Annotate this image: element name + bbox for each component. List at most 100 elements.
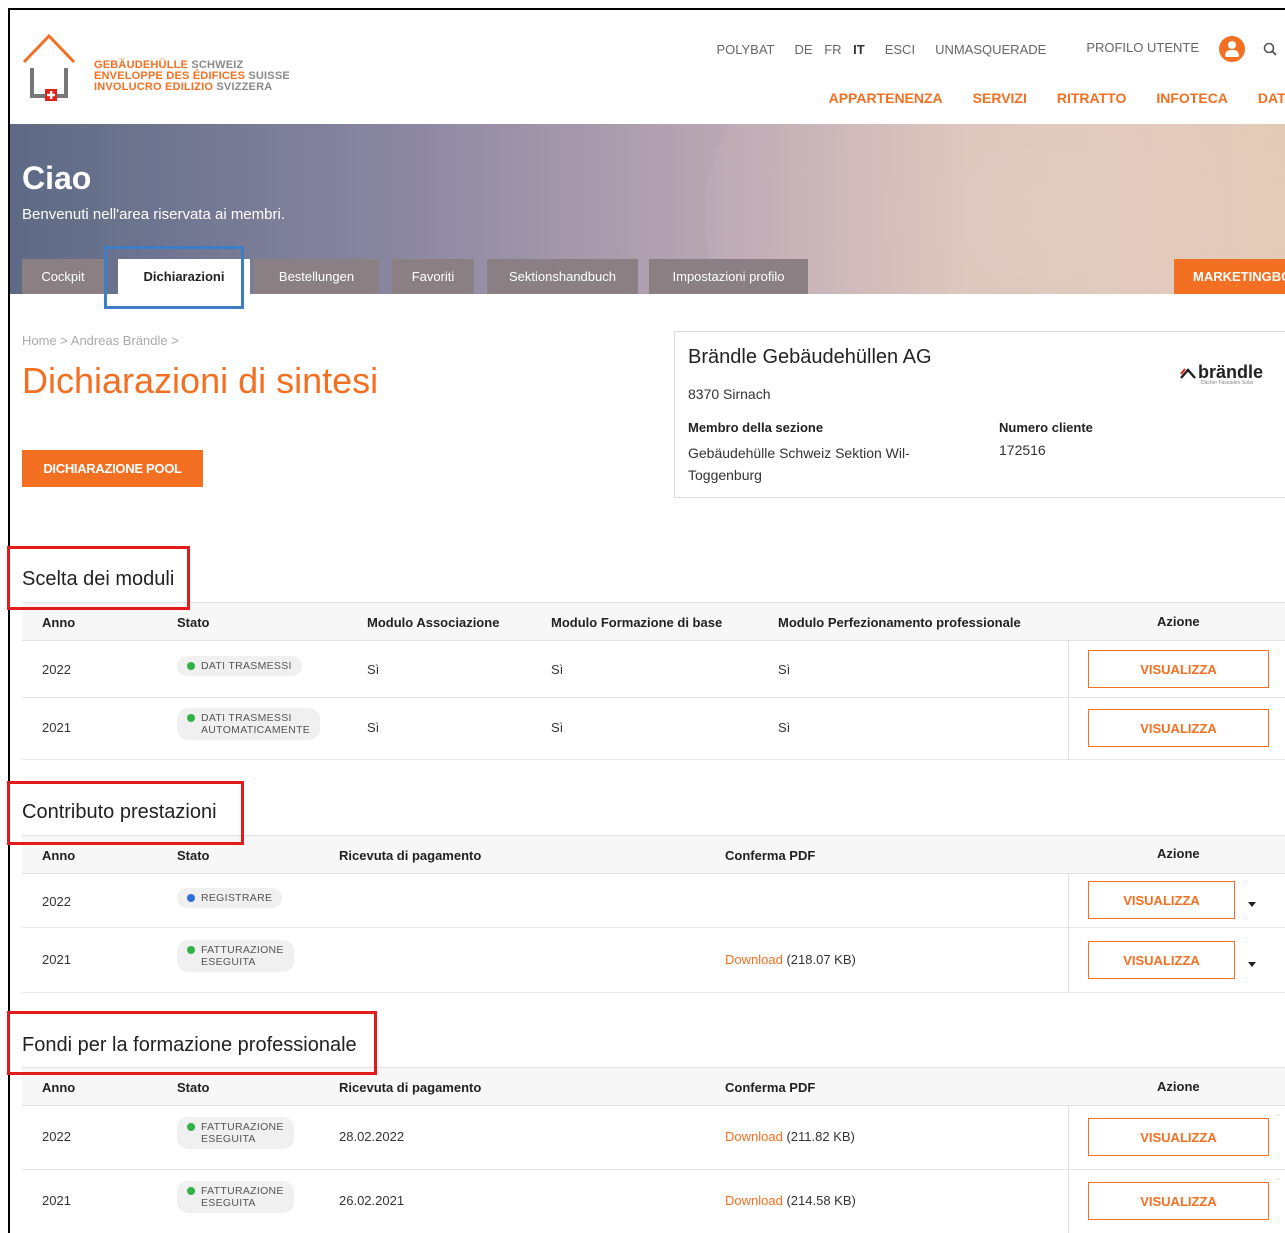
header-modulo-associazione: Modulo Associazione (367, 615, 500, 630)
table-row: 2021 FATTURAZIONE ESEGUITA 26.02.2021 Dow… (22, 1170, 1285, 1233)
tab-marketingbox[interactable]: MARKETINGBOX (1174, 259, 1285, 294)
download-link[interactable]: Download (725, 952, 783, 967)
table-row: 2021 DATI TRASMESSI AUTOMATICAMENTE Sì Sì… (22, 698, 1285, 760)
customer-number-label: Numero cliente (999, 420, 1093, 435)
site-header: GEBÄUDEHÜLLE SCHWEIZ ENVELOPPE DES ÉDIFI… (10, 10, 1285, 124)
tab-cockpit[interactable]: Cockpit (22, 259, 104, 294)
tab-impostazioni-profilo[interactable]: Impostazioni profilo (649, 259, 808, 294)
tab-sektionshandbuch[interactable]: Sektionshandbuch (487, 259, 638, 294)
section-value: Gebäudehülle Schweiz Sektion Wil-Toggenb… (688, 445, 910, 483)
hero-title: Ciao (22, 160, 92, 196)
nav-ritratto[interactable]: RITRATTO (1057, 90, 1126, 106)
header-stato: Stato (177, 1080, 210, 1095)
company-name: Brändle Gebäudehüllen AG (688, 346, 932, 368)
header-ricevuta: Ricevuta di pagamento (339, 1080, 482, 1095)
dichiarazione-pool-button[interactable]: DICHIARAZIONE POOL (22, 450, 203, 487)
user-icon (1219, 36, 1245, 62)
customer-number-value: 172516 (999, 442, 1046, 458)
lang-de-link[interactable]: DE (795, 42, 813, 57)
header-stato: Stato (177, 848, 210, 863)
user-profile-link[interactable]: PROFILO UTENTE (1066, 36, 1245, 62)
header-modulo-formazione: Modulo Formazione di base (551, 615, 723, 630)
table-row: 2022 DATI TRASMESSI Sì Sì Sì VISUALIZZA (22, 641, 1285, 698)
file-size: (214.58 KB) (786, 1193, 856, 1208)
table-row: 2022 REGISTRARE VISUALIZZA (22, 874, 1285, 928)
chevron-down-icon[interactable] (1248, 962, 1256, 967)
cell-ricevuta: 26.02.2021 (339, 1193, 405, 1208)
top-utility-nav: POLYBAT DE FR IT ESCI UNMASQUERADE PROFI… (696, 36, 1285, 62)
status-dot (187, 714, 195, 722)
table-moduli: Anno Stato Modulo Associazione Modulo Fo… (22, 602, 1285, 760)
logo-wordmark: GEBÄUDEHÜLLE SCHWEIZ ENVELOPPE DES ÉDIFI… (94, 59, 290, 93)
company-card: Brändle Gebäudehüllen AG 8370 Sirnach Me… (674, 331, 1285, 498)
section-label: Membro della sezione (688, 420, 824, 435)
brand-roof-icon (1180, 368, 1196, 379)
page-title: Dichiarazioni di sintesi (22, 360, 379, 401)
company-city: 8370 Sirnach (688, 386, 771, 402)
cell-anno: 2021 (42, 720, 71, 735)
polybat-link[interactable]: POLYBAT (716, 42, 774, 57)
download-link[interactable]: Download (725, 1129, 783, 1144)
chevron-down-icon[interactable] (1248, 902, 1256, 907)
cell-modulo-formazione: Sì (551, 662, 564, 677)
table-fondi: Anno Stato Ricevuta di pagamento Conferm… (22, 1067, 1285, 1233)
brand-tagline: Dächer Fassaden Solar (1201, 380, 1254, 386)
cell-anno: 2021 (42, 952, 71, 967)
visualizza-button[interactable]: VISUALIZZA (1088, 650, 1269, 688)
status-label-line1: FATTURAZIONE (201, 1121, 284, 1133)
status-label-line2: ESEGUITA (201, 1197, 256, 1209)
search-icon[interactable] (1263, 42, 1277, 56)
status-label-line2: ESEGUITA (201, 1133, 256, 1145)
header-anno: Anno (42, 848, 76, 863)
tab-bestellungen[interactable]: Bestellungen (254, 259, 379, 294)
cell-anno: 2021 (42, 1193, 71, 1208)
header-conferma-pdf: Conferma PDF (725, 1080, 816, 1095)
visualizza-button[interactable]: VISUALIZZA (1088, 941, 1235, 979)
tab-favoriti[interactable]: Favoriti (392, 259, 474, 294)
cell-ricevuta: 28.02.2022 (339, 1129, 405, 1144)
status-badge: FATTURAZIONE ESEGUITA (177, 940, 294, 972)
hero-subtitle: Benvenuti nell'area riservata ai membri. (22, 206, 285, 223)
file-size: (218.07 KB) (786, 952, 856, 967)
visualizza-button[interactable]: VISUALIZZA (1088, 1118, 1269, 1156)
nav-appartenenza[interactable]: APPARTENENZA (829, 90, 943, 106)
file-size: (211.82 KB) (786, 1129, 855, 1144)
visualizza-button[interactable]: VISUALIZZA (1088, 881, 1235, 919)
nav-date[interactable]: DATE (1258, 90, 1285, 106)
status-dot (187, 894, 195, 902)
logout-link[interactable]: ESCI (885, 42, 915, 57)
table-row: 2022 FATTURAZIONE ESEGUITA 28.02.2022 Dow… (22, 1106, 1285, 1170)
cell-anno: 2022 (42, 662, 71, 677)
nav-servizi[interactable]: SERVIZI (973, 90, 1027, 106)
nav-infoteca[interactable]: INFOTECA (1156, 90, 1228, 106)
site-logo[interactable]: GEBÄUDEHÜLLE SCHWEIZ ENVELOPPE DES ÉDIFI… (22, 32, 292, 112)
status-label-line1: FATTURAZIONE (201, 944, 284, 956)
status-label: REGISTRARE (201, 892, 273, 904)
download-link[interactable]: Download (725, 1193, 783, 1208)
status-badge: REGISTRARE (177, 888, 283, 908)
unmasquerade-link[interactable]: UNMASQUERADE (935, 42, 1046, 57)
visualizza-button[interactable]: VISUALIZZA (1088, 709, 1269, 747)
house-logo-icon (22, 33, 76, 101)
pdf-cell: Download (211.82 KB) (725, 1129, 855, 1144)
visualizza-button[interactable]: VISUALIZZA (1088, 1182, 1269, 1220)
cell-anno: 2022 (42, 1129, 71, 1144)
cell-modulo-perfezionamento: Sì (778, 662, 791, 677)
header-azione: Azione (1157, 614, 1200, 629)
lang-it-link[interactable]: IT (853, 42, 865, 57)
header-conferma-pdf: Conferma PDF (725, 848, 816, 863)
status-dot (187, 946, 195, 954)
lang-fr-link[interactable]: FR (824, 42, 841, 57)
status-dot (187, 1187, 195, 1195)
section-highlight-fondi (7, 1011, 377, 1075)
status-label-line1: FATTURAZIONE (201, 1185, 284, 1197)
cell-modulo-associazione: Sì (367, 662, 380, 677)
table-contributo: Anno Stato Ricevuta di pagamento Conferm… (22, 835, 1285, 993)
language-switcher: DE FR IT (795, 42, 865, 57)
brand-name: brändle (1198, 362, 1264, 382)
section-highlight-contributo (7, 781, 244, 845)
active-tab-highlight (104, 246, 244, 309)
header-azione: Azione (1157, 846, 1200, 861)
breadcrumb[interactable]: Home > Andreas Brändle > (22, 333, 179, 348)
table-header: Anno Stato Modulo Associazione Modulo Fo… (22, 602, 1285, 641)
